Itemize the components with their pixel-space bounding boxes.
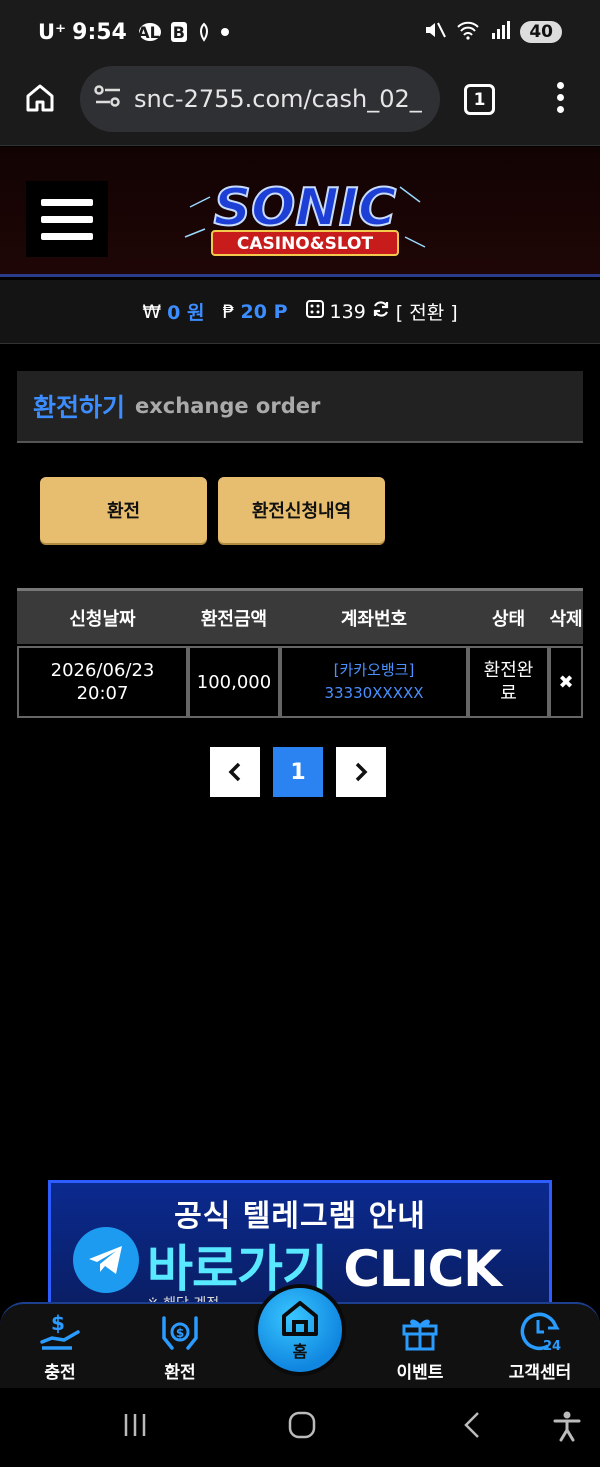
nav-support-label: 고객센터 bbox=[508, 1363, 572, 1383]
telegram-cta-click: CLICK bbox=[327, 1240, 502, 1298]
nav-event-label: 이벤트 bbox=[396, 1363, 444, 1383]
header-account: 계좌번호 bbox=[340, 608, 408, 630]
row-amount: 100,000 bbox=[188, 646, 280, 718]
nav-support[interactable]: 24 고객센터 bbox=[490, 1312, 590, 1383]
header-amount: 환전금액 bbox=[200, 608, 268, 630]
clock: 9:54 bbox=[72, 19, 127, 45]
section-title-ko: 환전하기 bbox=[33, 393, 126, 422]
kakaotalk-icon: TALK bbox=[127, 22, 173, 42]
point-balance: ₱ 20 P bbox=[222, 301, 287, 323]
page-1-button[interactable]: 1 bbox=[273, 747, 323, 797]
nav-deposit[interactable]: $ 충전 bbox=[10, 1312, 110, 1383]
won-symbol: ₩ bbox=[142, 300, 162, 323]
site-settings-icon[interactable] bbox=[94, 84, 124, 114]
recent-apps-icon[interactable] bbox=[120, 1410, 150, 1444]
nav-home-label: 홈 bbox=[292, 1342, 308, 1361]
row-account: [카카오뱅크] 33330XXXXX bbox=[280, 646, 468, 718]
nav-withdraw[interactable]: $ 환전 bbox=[130, 1312, 230, 1383]
delete-row-icon[interactable]: ✖ bbox=[549, 646, 583, 718]
browser-menu-icon[interactable] bbox=[553, 82, 567, 113]
nav-home-button[interactable]: 홈 bbox=[254, 1284, 346, 1376]
svg-text:$: $ bbox=[51, 1312, 65, 1335]
withdraw-icon: $ bbox=[162, 1316, 198, 1350]
header-date: 신청날짜 bbox=[69, 608, 136, 630]
telegram-icon bbox=[73, 1227, 139, 1293]
exchange-history-table: 신청날짜 환전금액 계좌번호 상태 삭제 2026/06/23 20:07 10… bbox=[17, 588, 583, 718]
cash-balance: ₩ 0 원 bbox=[142, 298, 204, 325]
dot-icon bbox=[220, 28, 229, 36]
nav-deposit-label: 충전 bbox=[44, 1363, 76, 1383]
nav-withdraw-label: 환전 bbox=[164, 1363, 196, 1383]
row-account-number: 33330XXXXX bbox=[324, 684, 424, 702]
tab-exchange-history[interactable]: 환전신청내역 bbox=[218, 477, 385, 543]
browser-home-icon[interactable] bbox=[24, 82, 56, 118]
point-symbol: ₱ bbox=[222, 300, 235, 323]
status-bar: U⁺ 9:54 TALK B 40 bbox=[0, 0, 600, 64]
deposit-icon: $ bbox=[40, 1312, 80, 1350]
header-status: 상태 bbox=[491, 608, 526, 630]
logo-title: SONIC bbox=[214, 178, 397, 238]
next-page-button[interactable] bbox=[336, 747, 386, 797]
chevron-left-icon bbox=[228, 762, 241, 782]
wifi-icon bbox=[456, 20, 480, 45]
nav-event[interactable]: 이벤트 bbox=[370, 1312, 470, 1383]
b-app-icon: B bbox=[170, 22, 187, 42]
header-delete: 삭제 bbox=[549, 608, 583, 630]
system-back-icon[interactable] bbox=[458, 1410, 488, 1444]
prev-page-button[interactable] bbox=[210, 747, 260, 797]
cash-value: 0 원 bbox=[167, 302, 205, 324]
address-bar[interactable]: snc-2755.com/cash_02_ bbox=[80, 66, 440, 132]
tab-exchange[interactable]: 환전 bbox=[40, 477, 207, 543]
carrier-label: U⁺ bbox=[38, 20, 67, 44]
logo-subtitle: CASINO&SLOT bbox=[237, 234, 374, 254]
refresh-icon[interactable] bbox=[372, 300, 390, 323]
row-date-day: 2026/06/23 bbox=[50, 660, 155, 681]
chip-balance: 139 [ 전환 ] bbox=[305, 298, 458, 325]
accessibility-icon[interactable] bbox=[552, 1410, 582, 1446]
table-header: 신청날짜 환전금액 계좌번호 상태 삭제 bbox=[17, 588, 583, 644]
tab-switcher-button[interactable]: 1 bbox=[464, 84, 495, 115]
row-status: 환전완 료 bbox=[468, 646, 549, 718]
dice-icon bbox=[305, 300, 324, 323]
support-24-icon: 24 bbox=[520, 1312, 561, 1352]
convert-button[interactable]: [ 전환 ] bbox=[396, 298, 458, 325]
site-header: SONIC CASINO&SLOT bbox=[0, 147, 600, 277]
home-icon bbox=[282, 1301, 318, 1336]
system-nav-bar bbox=[0, 1388, 600, 1467]
sonic-logo[interactable]: SONIC CASINO&SLOT bbox=[180, 167, 430, 267]
mute-icon bbox=[424, 20, 447, 45]
url-text: snc-2755.com/cash_02_ bbox=[134, 85, 422, 113]
svg-text:$: $ bbox=[176, 1326, 184, 1340]
battery-indicator: 40 bbox=[520, 21, 562, 43]
row-status-line2: 료 bbox=[500, 683, 517, 704]
system-home-icon[interactable] bbox=[287, 1410, 317, 1444]
pagination: 1 bbox=[210, 747, 386, 797]
browser-toolbar: snc-2755.com/cash_02_ 1 bbox=[0, 64, 600, 146]
hamburger-menu-icon[interactable] bbox=[26, 181, 108, 257]
section-title-en: exchange order bbox=[135, 394, 321, 418]
section-title: 환전하기 exchange order bbox=[17, 371, 583, 443]
row-date: 2026/06/23 20:07 bbox=[17, 646, 188, 718]
row-status-line1: 환전완 bbox=[483, 660, 534, 681]
point-value: 20 P bbox=[240, 300, 288, 323]
chevron-right-icon bbox=[355, 762, 368, 782]
signal-icon bbox=[490, 20, 511, 45]
row-bank-name: [카카오뱅크] bbox=[333, 661, 415, 679]
svg-text:24: 24 bbox=[543, 1339, 561, 1352]
chip-value: 139 bbox=[329, 300, 366, 323]
balance-bar: ₩ 0 원 ₱ 20 P 139 [ 전환 ] bbox=[0, 280, 600, 344]
gift-icon bbox=[402, 1319, 438, 1351]
notification-icon bbox=[197, 22, 211, 42]
table-row: 2026/06/23 20:07 100,000 [카카오뱅크] 33330XX… bbox=[17, 646, 583, 718]
row-date-time: 20:07 bbox=[76, 683, 129, 704]
